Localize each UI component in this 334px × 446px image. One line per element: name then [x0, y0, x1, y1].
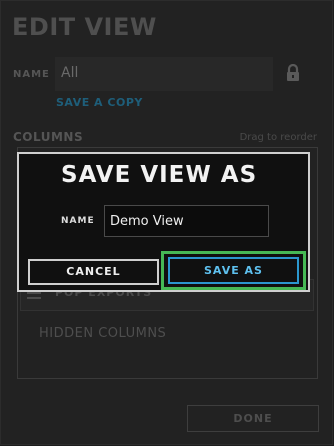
view-name-field[interactable]: All	[55, 57, 273, 91]
dialog-title: SAVE VIEW AS	[61, 162, 258, 188]
view-name-label: NAME	[13, 69, 50, 80]
drag-handle-icon[interactable]	[27, 292, 41, 299]
save-as-button[interactable]: SAVE AS	[168, 257, 299, 284]
lock-icon	[287, 64, 299, 81]
hidden-columns-label: HIDDEN COLUMNS	[39, 326, 167, 341]
drag-to-reorder-hint: Drag to reorder	[239, 132, 317, 143]
dialog-name-input[interactable]	[104, 205, 269, 237]
dialog-name-label: NAME	[61, 216, 95, 226]
cancel-button[interactable]: CANCEL	[28, 259, 159, 285]
save-a-copy-link[interactable]: SAVE A COPY	[56, 96, 143, 109]
page-title: EDIT VIEW	[12, 13, 157, 41]
columns-label: COLUMNS	[13, 130, 84, 144]
done-button[interactable]: DONE	[187, 405, 319, 432]
